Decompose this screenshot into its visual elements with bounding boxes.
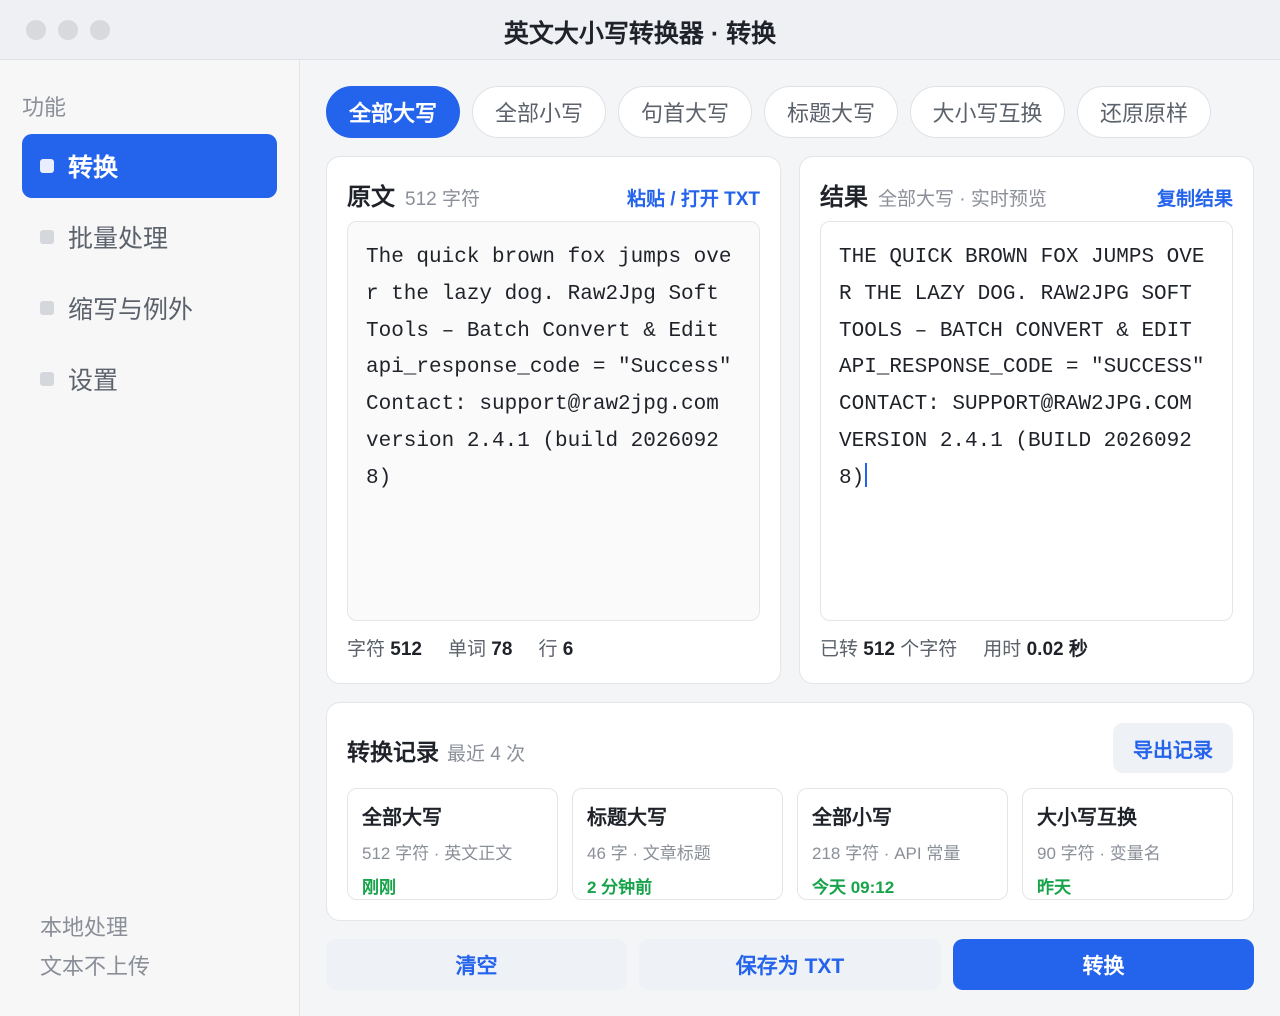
line-stat: 行 6 xyxy=(538,639,574,660)
source-title: 原文 xyxy=(347,184,395,211)
history-item[interactable]: 全部大写 512 字符 · 英文正文 刚刚 xyxy=(347,788,558,900)
sidebar-item-label: 转换 xyxy=(68,154,119,182)
result-textarea[interactable]: THE QUICK BROWN FOX JUMPS OVER THE LAZY … xyxy=(820,221,1233,621)
history-item-time: 2 分钟前 xyxy=(587,878,653,897)
sidebar-item-settings[interactable]: 设置 xyxy=(22,347,277,411)
mode-tab-title-case[interactable]: 标题大写 xyxy=(764,86,898,138)
mode-tab-swap-case[interactable]: 大小写互换 xyxy=(910,86,1065,138)
mode-tab-restore[interactable]: 还原原样 xyxy=(1077,86,1211,138)
word-stat: 单词 78 xyxy=(448,639,513,660)
clear-button[interactable]: 清空 xyxy=(326,939,627,990)
privacy-note-line2: 文本不上传 xyxy=(40,954,151,979)
text-caret xyxy=(865,462,868,487)
privacy-note-line1: 本地处理 xyxy=(40,915,129,940)
abbreviations-icon xyxy=(40,301,54,315)
mode-tab-lowercase[interactable]: 全部小写 xyxy=(472,86,606,138)
mode-tab-sentence-case[interactable]: 句首大写 xyxy=(618,86,752,138)
source-stats: 字符 512 单词 78 行 6 xyxy=(347,634,599,661)
export-history-button[interactable]: 导出记录 xyxy=(1113,723,1233,773)
window-title: 英文大小写转换器 · 转换 xyxy=(503,20,777,48)
sidebar-item-label: 缩写与例外 xyxy=(68,296,194,324)
settings-icon xyxy=(40,372,54,386)
history-panel: 转换记录 最近 4 次 导出记录 全部大写 512 字符 · 英文正文 刚刚 标… xyxy=(326,702,1254,921)
paste-open-txt-link[interactable]: 粘贴 / 打开 TXT xyxy=(627,184,760,211)
result-title: 结果 xyxy=(820,184,868,211)
history-item[interactable]: 大小写互换 90 字符 · 变量名 昨天 xyxy=(1022,788,1233,900)
result-text: THE QUICK BROWN FOX JUMPS OVER THE LAZY … xyxy=(839,246,1218,490)
history-item-time: 昨天 xyxy=(1037,878,1071,897)
char-stat: 字符 512 xyxy=(347,639,422,660)
convert-icon xyxy=(40,159,54,173)
history-item-time: 今天 09:12 xyxy=(812,878,895,897)
save-txt-button[interactable]: 保存为 TXT xyxy=(639,939,941,990)
history-item-time: 刚刚 xyxy=(362,878,396,897)
history-item-mode: 标题大写 xyxy=(587,807,667,829)
result-panel-header: 结果 全部大写 · 实时预览 复制结果 xyxy=(820,177,1233,211)
source-panel: 原文 512 字符 粘贴 / 打开 TXT The quick brown fo… xyxy=(326,156,781,684)
title-bar: 英文大小写转换器 · 转换 xyxy=(0,0,1280,60)
copy-result-link[interactable]: 复制结果 xyxy=(1157,184,1233,211)
sidebar-item-batch[interactable]: 批量处理 xyxy=(22,205,277,269)
history-item-meta: 218 字符 · API 常量 xyxy=(812,844,961,863)
history-title: 转换记录 xyxy=(347,739,439,765)
history-item[interactable]: 全部小写 218 字符 · API 常量 今天 09:12 xyxy=(797,788,1008,900)
source-char-count: 512 字符 xyxy=(405,189,480,210)
convert-button[interactable]: 转换 xyxy=(953,939,1254,990)
history-item-mode: 大小写互换 xyxy=(1037,807,1137,829)
sidebar-item-label: 批量处理 xyxy=(68,225,169,253)
history-header: 转换记录 最近 4 次 xyxy=(347,733,525,767)
mode-tab-uppercase[interactable]: 全部大写 xyxy=(326,86,460,138)
history-item-meta: 46 字 · 文章标题 xyxy=(587,844,711,863)
app-window: 英文大小写转换器 · 转换 功能 转换 批量处理 缩写与例外 设置 本地处理 文… xyxy=(0,0,1280,1016)
sidebar: 功能 转换 批量处理 缩写与例外 设置 本地处理 文本不上传 xyxy=(0,60,300,1016)
sidebar-item-label: 设置 xyxy=(68,367,119,395)
history-item-mode: 全部大写 xyxy=(362,807,442,829)
converted-stat: 已转 512 个字符 xyxy=(820,639,958,660)
source-textarea[interactable]: The quick brown fox jumps over the lazy … xyxy=(347,221,760,621)
source-panel-header: 原文 512 字符 粘贴 / 打开 TXT xyxy=(347,177,760,211)
result-stats: 已转 512 个字符 用时 0.02 秒 xyxy=(820,634,1114,661)
result-subtitle: 全部大写 · 实时预览 xyxy=(878,189,1047,210)
history-item-mode: 全部小写 xyxy=(812,807,892,829)
result-panel: 结果 全部大写 · 实时预览 复制结果 THE QUICK BROWN FOX … xyxy=(799,156,1254,684)
sidebar-item-abbreviations[interactable]: 缩写与例外 xyxy=(22,276,277,340)
elapsed-stat: 用时 0.02 秒 xyxy=(983,639,1088,660)
history-item-meta: 512 字符 · 英文正文 xyxy=(362,844,513,863)
sidebar-heading: 功能 xyxy=(22,95,67,120)
batch-icon xyxy=(40,230,54,244)
history-item[interactable]: 标题大写 46 字 · 文章标题 2 分钟前 xyxy=(572,788,783,900)
sidebar-item-convert[interactable]: 转换 xyxy=(22,134,277,198)
history-item-meta: 90 字符 · 变量名 xyxy=(1037,844,1161,863)
history-subtitle: 最近 4 次 xyxy=(447,744,526,765)
